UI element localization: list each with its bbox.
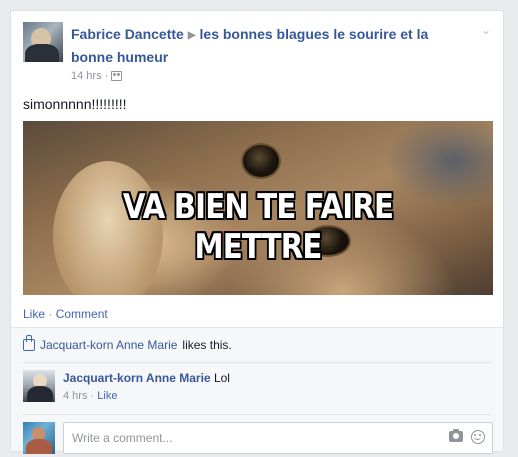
- current-user-avatar[interactable]: [23, 422, 55, 454]
- feedback-section: Jacquart-korn Anne Marie likes this. Jac…: [11, 327, 503, 454]
- meta-separator: ·: [104, 70, 109, 82]
- author-avatar[interactable]: [23, 22, 63, 62]
- commenter-avatar[interactable]: [23, 370, 55, 402]
- post-header-text: Fabrice Dancette ▶ les bonnes blagues le s…: [71, 24, 471, 82]
- likes-suffix: likes this.: [182, 338, 232, 352]
- comment-input[interactable]: [63, 422, 493, 454]
- post-title: Fabrice Dancette ▶ les bonnes blagues le s…: [71, 24, 471, 67]
- post-card: Fabrice Dancette ▶ les bonnes blagues le s…: [10, 10, 504, 454]
- comment-timestamp[interactable]: 4 hrs: [63, 390, 87, 402]
- audience-group-icon[interactable]: [111, 71, 123, 81]
- like-button[interactable]: Like: [23, 307, 45, 321]
- comment-like-button[interactable]: Like: [97, 390, 117, 402]
- divider: [23, 362, 491, 363]
- liker-name-link[interactable]: Jacquart-korn Anne Marie: [40, 338, 177, 352]
- arrow-right-icon: ▶: [187, 30, 196, 41]
- comment-meta: 4 hrs · Like: [63, 390, 230, 402]
- thumbs-up-icon: [23, 335, 35, 351]
- emoji-icon[interactable]: [471, 430, 485, 444]
- post-image[interactable]: VA BIEN TE FAIRE METTRE: [23, 121, 493, 295]
- comment-composer: [23, 422, 493, 454]
- likes-summary: Jacquart-korn Anne Marie likes this.: [23, 335, 232, 352]
- post-meta: 14 hrs ·: [71, 70, 471, 82]
- comment-body: Jacquart-korn Anne Marie Lol 4 hrs · Lik…: [63, 371, 230, 402]
- author-name-link[interactable]: Fabrice Dancette: [71, 26, 184, 42]
- actions-separator: ·: [48, 307, 53, 321]
- post-timestamp[interactable]: 14 hrs: [71, 70, 102, 82]
- meme-caption: VA BIEN TE FAIRE METTRE: [122, 187, 394, 267]
- camera-icon[interactable]: [449, 429, 463, 442]
- comment-author-link[interactable]: Jacquart-korn Anne Marie: [63, 371, 211, 385]
- divider: [23, 414, 491, 415]
- cat-eye-left: [241, 143, 281, 179]
- comment-meta-separator: ·: [90, 390, 95, 402]
- comment-text: Lol: [213, 371, 230, 385]
- chevron-down-icon[interactable]: ⌄: [479, 23, 493, 37]
- post-text: simonnnnn!!!!!!!!!: [23, 96, 127, 112]
- post-actions: Like · Comment: [23, 307, 108, 321]
- comment-button[interactable]: Comment: [56, 307, 108, 321]
